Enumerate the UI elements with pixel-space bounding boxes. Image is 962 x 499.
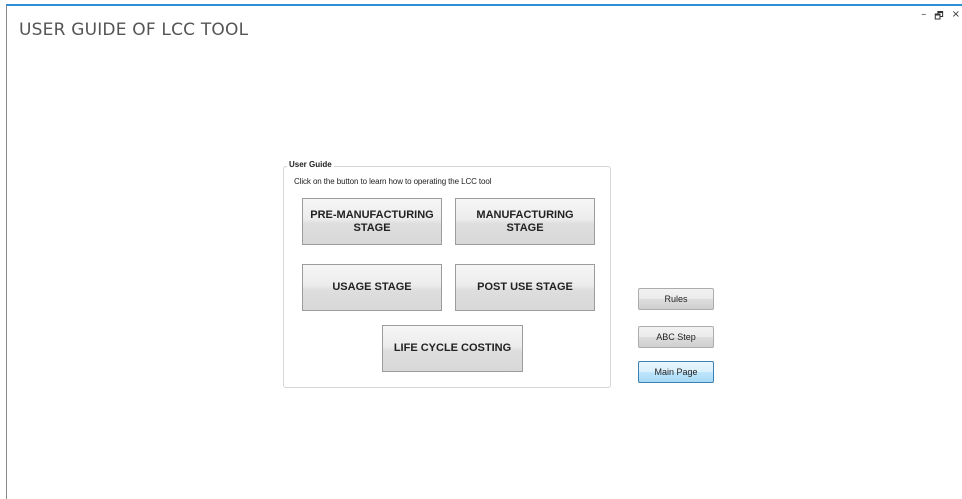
rules-button[interactable]: Rules: [638, 288, 714, 310]
manufacturing-stage-button[interactable]: MANUFACTURING STAGE: [455, 198, 595, 245]
main-page-button[interactable]: Main Page: [638, 361, 714, 383]
life-cycle-costing-button[interactable]: LIFE CYCLE COSTING: [382, 325, 523, 372]
maximize-icon[interactable]: 🗗: [934, 9, 943, 26]
user-guide-groupbox: User Guide Click on the button to learn …: [283, 160, 611, 388]
pre-manufacturing-stage-button[interactable]: PRE-MANUFACTURING STAGE: [302, 198, 442, 245]
window-controls: – 🗗 ×: [921, 9, 960, 26]
minimize-icon[interactable]: –: [921, 9, 926, 26]
abc-step-button[interactable]: ABC Step: [638, 326, 714, 348]
close-icon[interactable]: ×: [952, 9, 960, 26]
guide-instruction: Click on the button to learn how to oper…: [294, 177, 492, 186]
app-window: USER GUIDE OF LCC TOOL – 🗗 × User Guide …: [6, 4, 962, 499]
window-title: USER GUIDE OF LCC TOOL: [19, 20, 249, 40]
groupbox-legend: User Guide: [287, 160, 334, 169]
post-use-stage-button[interactable]: POST USE STAGE: [455, 264, 595, 311]
usage-stage-button[interactable]: USAGE STAGE: [302, 264, 442, 311]
